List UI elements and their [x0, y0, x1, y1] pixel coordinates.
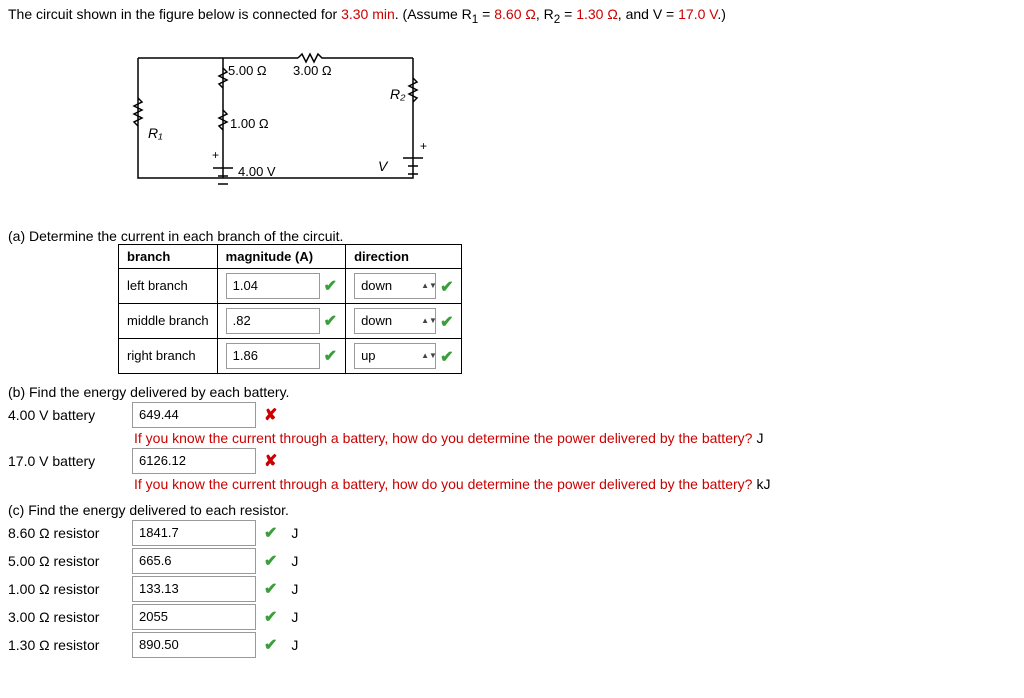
check-icon: ✔ [440, 347, 453, 367]
cross-icon: ✘ [264, 405, 277, 425]
battery-label: 17.0 V battery [8, 453, 128, 469]
col-direction: direction [346, 244, 462, 268]
plus-right: + [420, 139, 427, 153]
label-r1: R₁ [148, 125, 163, 141]
direction-select[interactable]: down▲▼ [354, 273, 436, 299]
magnitude-input[interactable]: .82 [226, 308, 320, 334]
energy-input[interactable]: 6126.12 [132, 448, 256, 474]
list-item: 5.00 Ω resistor 665.6 ✔ J [8, 548, 1016, 574]
energy-input[interactable]: 890.50 [132, 632, 256, 658]
energy-input[interactable]: 649.44 [132, 402, 256, 428]
branch-label: middle branch [119, 303, 218, 338]
unit: J [291, 525, 298, 541]
magnitude-input[interactable]: 1.04 [226, 273, 320, 299]
unit: J [291, 553, 298, 569]
unit: J [291, 637, 298, 653]
energy-input[interactable]: 1841.7 [132, 520, 256, 546]
list-item: 8.60 Ω resistor 1841.7 ✔ J [8, 520, 1016, 546]
problem-statement: The circuit shown in the figure below is… [8, 6, 1016, 26]
direction-select[interactable]: down▲▼ [354, 308, 436, 334]
unit: J [291, 609, 298, 625]
plus-left: + [212, 148, 219, 162]
resistor-label: 1.00 Ω resistor [8, 581, 128, 597]
check-icon: ✔ [440, 312, 453, 332]
check-icon: ✔ [324, 311, 337, 331]
magnitude-input[interactable]: 1.86 [226, 343, 320, 369]
table-row: left branch 1.04✔ down▲▼✔ [119, 268, 462, 303]
resistor-label: 5.00 Ω resistor [8, 553, 128, 569]
part-a-table: branch magnitude (A) direction left bran… [118, 244, 462, 374]
branch-label: right branch [119, 338, 218, 373]
list-item: 3.00 Ω resistor 2055 ✔ J [8, 604, 1016, 630]
list-item: 1.00 Ω resistor 133.13 ✔ J [8, 576, 1016, 602]
unit: J [756, 430, 763, 446]
chevron-updown-icon: ▲▼ [421, 349, 431, 363]
resistor-label: 8.60 Ω resistor [8, 525, 128, 541]
check-icon: ✔ [264, 607, 277, 627]
label-3ohm: 3.00 Ω [293, 63, 332, 78]
direction-select[interactable]: up▲▼ [354, 343, 436, 369]
table-row: right branch 1.86✔ up▲▼✔ [119, 338, 462, 373]
label-r2: R₂ [390, 86, 405, 102]
label-4v: 4.00 V [238, 164, 276, 179]
check-icon: ✔ [264, 523, 277, 543]
part-b-prompt: (b) Find the energy delivered by each ba… [8, 384, 1016, 400]
check-icon: ✔ [264, 579, 277, 599]
chevron-updown-icon: ▲▼ [421, 314, 431, 328]
part-a: (a) Determine the current in each branch… [8, 228, 1016, 374]
check-icon: ✔ [324, 346, 337, 366]
label-v: V [378, 158, 387, 174]
resistor-label: 1.30 Ω resistor [8, 637, 128, 653]
circuit-diagram: 5.00 Ω 3.00 Ω 1.00 Ω R₁ R₂ 4.00 V V + + [118, 38, 438, 208]
table-row: middle branch .82✔ down▲▼✔ [119, 303, 462, 338]
energy-input[interactable]: 133.13 [132, 576, 256, 602]
check-icon: ✔ [324, 276, 337, 296]
part-c-prompt: (c) Find the energy delivered to each re… [8, 502, 1016, 518]
label-1ohm: 1.00 Ω [230, 116, 269, 131]
check-icon: ✔ [264, 551, 277, 571]
hint-text: If you know the current through a batter… [134, 430, 752, 446]
chevron-updown-icon: ▲▼ [421, 279, 431, 293]
battery-label: 4.00 V battery [8, 407, 128, 423]
label-5ohm: 5.00 Ω [228, 63, 267, 78]
part-a-prompt: (a) Determine the current in each branch… [8, 228, 1016, 244]
col-branch: branch [119, 244, 218, 268]
list-item: 1.30 Ω resistor 890.50 ✔ J [8, 632, 1016, 658]
check-icon: ✔ [264, 635, 277, 655]
cross-icon: ✘ [264, 451, 277, 471]
part-c: (c) Find the energy delivered to each re… [8, 502, 1016, 658]
col-magnitude: magnitude (A) [217, 244, 345, 268]
resistor-label: 3.00 Ω resistor [8, 609, 128, 625]
check-icon: ✔ [440, 277, 453, 297]
energy-input[interactable]: 2055 [132, 604, 256, 630]
hint-text: If you know the current through a batter… [134, 476, 752, 492]
part-b: (b) Find the energy delivered by each ba… [8, 384, 1016, 492]
unit: kJ [756, 476, 770, 492]
branch-label: left branch [119, 268, 218, 303]
energy-input[interactable]: 665.6 [132, 548, 256, 574]
unit: J [291, 581, 298, 597]
